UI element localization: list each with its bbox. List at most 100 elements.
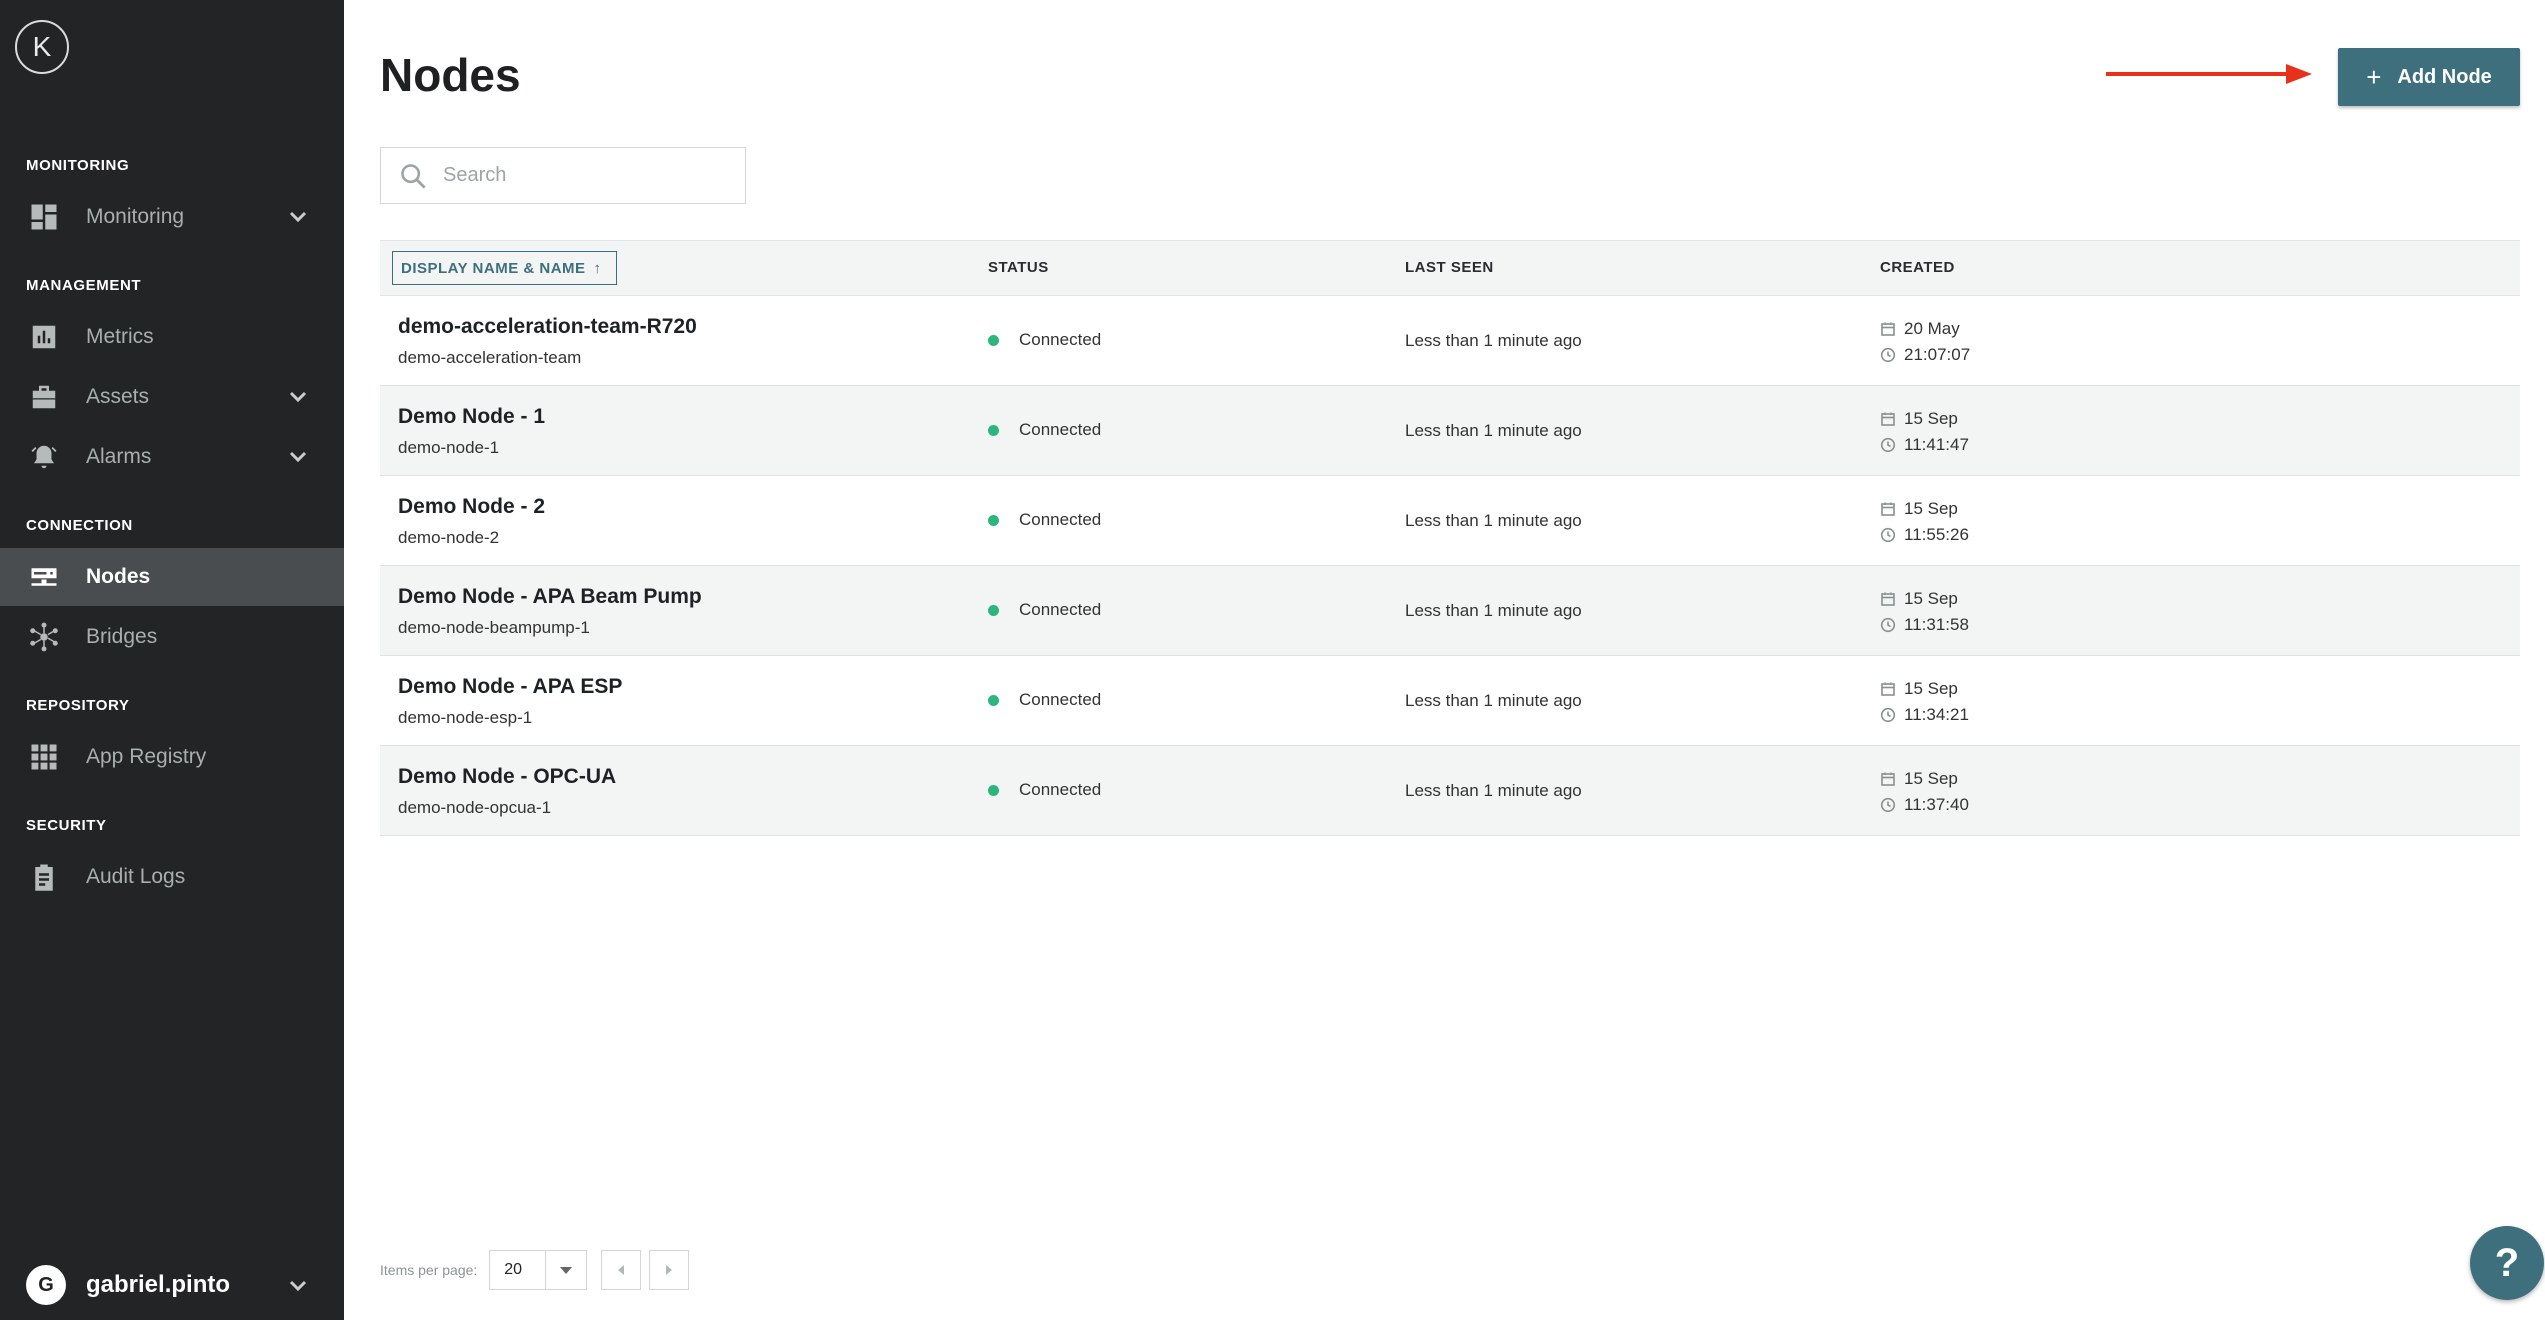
last-seen-text: Less than 1 minute ago (1405, 601, 1582, 620)
status-cell: Connected (988, 330, 1101, 350)
chevron-right-icon (666, 1265, 673, 1275)
table-row[interactable]: demo-acceleration-team-R720 demo-accelera… (380, 296, 2520, 386)
clock-icon (1880, 527, 1896, 543)
previous-page-button[interactable] (601, 1250, 642, 1290)
sidebar-item-label: Monitoring (86, 205, 185, 228)
status-dot-icon (988, 604, 999, 616)
nodes-table: DISPLAY NAME & NAME ↑ STATUS LAST SEEN C… (380, 240, 2520, 836)
created-date: 15 Sep (1904, 499, 1958, 518)
node-display-name[interactable]: Demo Node - 2 (398, 495, 545, 519)
sidebar-item-app-registry[interactable]: App Registry (0, 728, 344, 786)
dashboard-icon (28, 201, 60, 233)
table-row[interactable]: Demo Node - 2 demo-node-2 Connected Less th… (380, 476, 2520, 566)
node-name: demo-node-beampump-1 (398, 618, 590, 637)
name-cell: Demo Node - APA ESP demo-node-esp-1 (398, 675, 622, 728)
caret-down-icon (545, 1251, 586, 1289)
add-node-label: Add Node (2397, 65, 2492, 88)
briefcase-icon (28, 381, 60, 413)
calendar-icon (1880, 321, 1896, 337)
node-display-name[interactable]: Demo Node - 1 (398, 405, 545, 429)
status-cell: Connected (988, 600, 1101, 620)
chevron-down-icon[interactable] (288, 206, 308, 226)
next-page-button[interactable] (649, 1250, 690, 1290)
sidebar-item-alarms[interactable]: Alarms (0, 428, 344, 486)
avatar: G (26, 1265, 66, 1305)
table-row[interactable]: Demo Node - 1 demo-node-1 Connected Less th… (380, 386, 2520, 476)
chevron-down-icon[interactable] (288, 386, 308, 406)
user-menu[interactable]: G gabriel.pinto (0, 1250, 344, 1320)
sidebar-item-audit-logs[interactable]: Audit Logs (0, 848, 344, 906)
status-text: Connected (1019, 600, 1102, 619)
created-date: 15 Sep (1904, 589, 1958, 608)
status-dot-icon (988, 334, 999, 346)
items-per-page-label: Items per page: (380, 1262, 478, 1278)
calendar-icon (1880, 411, 1896, 427)
clock-icon (1880, 437, 1896, 453)
name-cell: Demo Node - 2 demo-node-2 (398, 495, 545, 548)
created-cell: 15 Sep 11:41:47 (1880, 406, 1969, 458)
sidebar: K MONITORING Monitoring MANAGEMENT Metri… (0, 0, 344, 1320)
sort-by-name-button[interactable]: DISPLAY NAME & NAME ↑ (392, 251, 617, 285)
node-display-name[interactable]: demo-acceleration-team-R720 (398, 315, 697, 339)
created-time: 11:31:58 (1904, 615, 1969, 634)
search-input[interactable] (441, 163, 725, 188)
status-dot-icon (988, 424, 999, 436)
chevron-down-icon[interactable] (288, 446, 308, 466)
chevron-down-icon[interactable] (288, 1275, 308, 1295)
node-display-name[interactable]: Demo Node - OPC-UA (398, 765, 616, 789)
sidebar-item-metrics[interactable]: Metrics (0, 308, 344, 366)
status-dot-icon (988, 784, 999, 796)
items-per-page-select[interactable]: 20 (489, 1250, 588, 1290)
node-name: demo-node-2 (398, 528, 500, 547)
table-row[interactable]: Demo Node - OPC-UA demo-node-opcua-1 Conne… (380, 746, 2520, 836)
sidebar-item-bridges[interactable]: Bridges (0, 608, 344, 666)
section-security: SECURITY (26, 817, 107, 834)
last-seen-text: Less than 1 minute ago (1405, 421, 1582, 440)
search-icon (401, 163, 426, 189)
created-cell: 15 Sep 11:37:40 (1880, 766, 1969, 818)
bar-chart-icon (28, 321, 60, 353)
created-cell: 15 Sep 11:55:26 (1880, 496, 1969, 548)
table-row[interactable]: Demo Node - APA ESP demo-node-esp-1 Connec… (380, 656, 2520, 746)
status-cell: Connected (988, 780, 1101, 800)
created-time: 11:55:26 (1904, 525, 1969, 544)
section-repository: REPOSITORY (26, 697, 130, 714)
table-row[interactable]: Demo Node - APA Beam Pump demo-node-beamp… (380, 566, 2520, 656)
created-cell: 15 Sep 11:34:21 (1880, 676, 1969, 728)
add-node-button[interactable]: + Add Node (2338, 48, 2520, 106)
calendar-icon (1880, 681, 1896, 697)
clock-icon (1880, 347, 1896, 363)
status-text: Connected (1019, 330, 1102, 349)
created-date: 15 Sep (1904, 679, 1958, 698)
created-time: 11:37:40 (1904, 795, 1969, 814)
sidebar-item-label: Audit Logs (86, 865, 186, 888)
status-text: Connected (1019, 780, 1102, 799)
calendar-icon (1880, 501, 1896, 517)
app-logo[interactable]: K (15, 20, 69, 74)
help-button[interactable]: ? (2470, 1226, 2544, 1300)
name-cell: Demo Node - OPC-UA demo-node-opcua-1 (398, 765, 616, 818)
sidebar-item-label: App Registry (86, 745, 207, 768)
annotation-arrow (2106, 64, 2312, 84)
sidebar-item-assets[interactable]: Assets (0, 368, 344, 426)
chevron-left-icon (618, 1265, 625, 1275)
column-header-created[interactable]: CREATED (1880, 259, 1955, 276)
status-dot-icon (988, 514, 999, 526)
node-name: demo-node-1 (398, 438, 500, 457)
username: gabriel.pinto (86, 1271, 230, 1298)
node-display-name[interactable]: Demo Node - APA ESP (398, 675, 622, 699)
column-header-last-seen[interactable]: LAST SEEN (1405, 259, 1494, 276)
sidebar-item-label: Alarms (86, 445, 152, 468)
search-box[interactable] (380, 147, 746, 204)
sidebar-item-monitoring[interactable]: Monitoring (0, 188, 344, 246)
network-hub-icon (28, 621, 60, 653)
column-header-status[interactable]: STATUS (988, 259, 1049, 276)
sidebar-item-nodes[interactable]: Nodes (0, 548, 344, 606)
status-cell: Connected (988, 690, 1101, 710)
items-per-page-value: 20 (504, 1261, 523, 1278)
node-display-name[interactable]: Demo Node - APA Beam Pump (398, 585, 702, 609)
alarm-bell-icon (28, 441, 60, 473)
name-cell: Demo Node - APA Beam Pump demo-node-beamp… (398, 585, 702, 638)
last-seen-text: Less than 1 minute ago (1405, 511, 1582, 530)
status-cell: Connected (988, 510, 1101, 530)
